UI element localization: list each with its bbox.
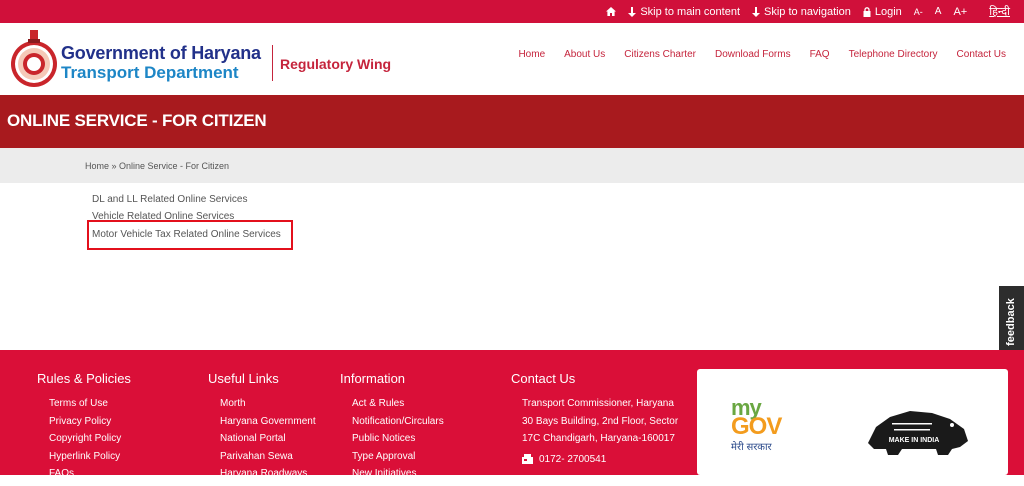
footer-link-public-notices[interactable]: Public Notices (352, 433, 444, 451)
org-name-line2[interactable]: Transport Department (61, 63, 239, 83)
make-in-india-text: MAKE IN INDIA (889, 437, 940, 444)
contact-address-line2: 30 Bays Building, 2nd Floor, Sector (522, 415, 679, 427)
service-link-dl-ll[interactable]: DL and LL Related Online Services (92, 194, 247, 205)
feedback-label: feedback (1005, 298, 1017, 346)
footer-link-morth[interactable]: Morth (220, 398, 316, 416)
mygov-logo[interactable]: my GOV मेरी सरकार (731, 397, 782, 454)
lock-icon (863, 6, 871, 17)
partner-logos: my GOV मेरी सरकार MAKE IN INDIA (697, 369, 1008, 475)
footer-contact-column: Contact Us Transport Commissioner, Harya… (511, 371, 678, 468)
footer-useful-title: Useful Links (208, 371, 279, 386)
page-banner: ONLINE SERVICE - FOR CITIZEN (0, 95, 1024, 148)
nav-about-us[interactable]: About Us (564, 49, 605, 60)
skip-main-label: Skip to main content (640, 5, 741, 18)
login-label: Login (874, 5, 902, 18)
make-in-india-lion-logo[interactable]: MAKE IN INDIA (862, 403, 972, 457)
skip-nav-label: Skip to navigation (764, 5, 851, 18)
top-utility-bar: Skip to main content Skip to navigation … (0, 0, 1024, 23)
footer-link-type-approval[interactable]: Type Approval (352, 451, 444, 469)
footer-info-title: Information (340, 371, 406, 386)
home-icon (606, 7, 617, 16)
nav-contact-us[interactable]: Contact Us (957, 49, 1006, 60)
fax-icon (522, 454, 533, 465)
utility-links: Skip to main content Skip to navigation … (606, 0, 1010, 23)
arrow-down-icon (628, 6, 637, 17)
footer-link-national-portal[interactable]: National Portal (220, 433, 316, 451)
font-decrease-button[interactable]: A- (914, 7, 923, 17)
nav-citizens-charter[interactable]: Citizens Charter (624, 49, 696, 60)
highlight-box (87, 220, 293, 250)
hindi-language-link[interactable]: हिन्दी (989, 4, 1010, 19)
footer-link-new-initiatives[interactable]: New Initiatives (352, 468, 444, 486)
footer-rules-title: Rules & Policies (37, 371, 131, 386)
font-normal-button[interactable]: A (935, 6, 942, 17)
main-nav: Home About Us Citizens Charter Download … (518, 49, 1006, 60)
feedback-tab[interactable]: feedback (999, 286, 1024, 358)
footer-link-hyperlink[interactable]: Hyperlink Policy (49, 451, 131, 469)
skip-main-link[interactable]: Skip to main content (628, 6, 740, 18)
footer-link-parivahan[interactable]: Parivahan Sewa (220, 451, 316, 469)
page-title: ONLINE SERVICE - FOR CITIZEN (7, 111, 267, 130)
footer-info-column: Information Act & Rules Notification/Cir… (340, 371, 444, 486)
service-list: DL and LL Related Online Services Vehicl… (0, 183, 1024, 350)
breadcrumb-bar: Home » Online Service - For Citizen (0, 148, 1024, 183)
footer-link-roadways[interactable]: Haryana Roadways (220, 468, 316, 486)
footer-contact-title: Contact Us (511, 371, 576, 386)
skip-nav-link[interactable]: Skip to navigation (752, 6, 851, 18)
breadcrumb[interactable]: Home » Online Service - For Citizen (85, 161, 229, 171)
haryana-emblem-icon[interactable] (9, 28, 59, 90)
arrow-down-icon (752, 6, 761, 17)
nav-download-forms[interactable]: Download Forms (715, 49, 791, 60)
footer-link-faqs[interactable]: FAQs (49, 468, 131, 486)
footer-link-act-rules[interactable]: Act & Rules (352, 398, 444, 416)
nav-home[interactable]: Home (518, 49, 545, 60)
contact-phone: 0172- 2700541 (511, 451, 678, 469)
contact-address-line3: 17C Chandigarh, Haryana-160017 (522, 433, 675, 444)
home-icon-link[interactable] (606, 7, 617, 16)
site-footer: Rules & Policies Terms of Use Privacy Po… (0, 350, 1024, 479)
header-divider (272, 45, 273, 81)
org-name-line1[interactable]: Government of Haryana (61, 43, 261, 64)
site-header: Government of Haryana Transport Departme… (0, 23, 1024, 95)
nav-faq[interactable]: FAQ (810, 49, 830, 60)
wing-name: Regulatory Wing (280, 56, 392, 72)
footer-link-privacy[interactable]: Privacy Policy (49, 416, 131, 434)
footer-link-terms[interactable]: Terms of Use (49, 398, 131, 416)
font-increase-button[interactable]: A+ (953, 6, 967, 18)
contact-phone-number: 0172- 2700541 (539, 453, 607, 465)
nav-telephone-directory[interactable]: Telephone Directory (849, 49, 938, 60)
footer-link-notifications[interactable]: Notification/Circulars (352, 416, 444, 434)
contact-address-line1: Transport Commissioner, Haryana (522, 398, 674, 409)
footer-useful-column: Useful Links Morth Haryana Government Na… (208, 371, 316, 486)
login-link[interactable]: Login (863, 6, 902, 18)
footer-link-copyright[interactable]: Copyright Policy (49, 433, 131, 451)
footer-rules-column: Rules & Policies Terms of Use Privacy Po… (37, 371, 131, 486)
footer-link-haryana-gov[interactable]: Haryana Government (220, 416, 316, 434)
